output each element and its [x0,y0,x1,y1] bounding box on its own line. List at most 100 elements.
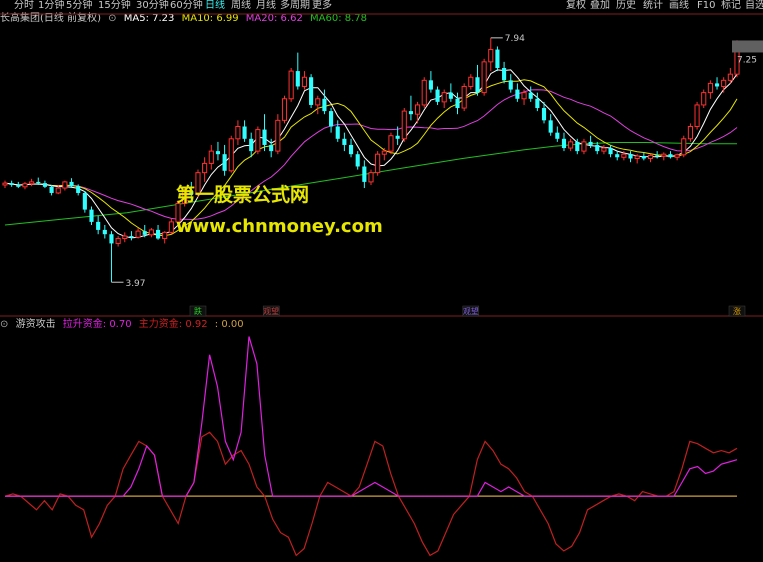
candle-body [601,147,607,152]
candle-body [242,126,247,139]
candle-body [488,49,494,63]
candle-body [515,89,520,99]
candle-body [615,154,620,158]
signal-2: 观望 [463,306,479,316]
ma20-line [4,89,738,221]
candle-body [375,153,381,174]
candle-body [541,108,547,121]
candle-body [335,126,340,139]
candle-body [408,111,413,115]
candle-body [421,79,427,106]
candle-body [502,68,507,81]
candle-body [721,79,727,87]
candle-body [255,129,261,152]
candle-body [455,98,460,109]
candle-body [707,82,713,94]
candle-body [401,110,407,140]
candle-body [588,141,593,145]
candle-body [701,92,707,106]
candle-body [461,85,467,109]
candle-body [621,153,627,158]
candle-body [381,150,387,155]
candle-body [249,138,254,152]
candle-body [96,221,101,230]
candle-body [448,92,453,99]
signal-0: 跌 [194,306,202,316]
candle-body [69,181,74,187]
candle-body [2,182,8,186]
ma10-line [4,79,738,237]
stock-chart[interactable]: 7.94 3.97 7.25 跌 观望 观望 涨 [0,0,763,562]
candle-body [62,181,68,189]
candle-body [262,129,267,145]
candle-body [647,154,654,159]
candle-body [342,138,347,145]
candle-body [528,92,533,99]
candle-body [681,138,687,156]
candle-body [202,162,208,174]
candle-body [362,166,367,182]
candle-body [155,229,161,239]
candle-body [29,181,35,185]
candle-body [102,229,107,235]
candle-body [441,92,447,103]
candle-body [76,186,81,193]
candle-body [301,76,308,87]
candle-body [269,144,274,152]
candle-body [521,92,527,100]
last-price-box [732,40,763,53]
last-price-label: 7.25 [737,55,757,65]
candle-body [475,77,480,93]
candle-body [655,155,660,157]
max-price-label: 7.94 [505,34,525,44]
candle-body [595,144,600,152]
watermark-url: www.chnmoney.com [176,216,383,237]
candle-body [368,172,374,183]
candle-body [668,154,673,158]
candle-body [555,132,560,139]
candle-body [148,229,154,236]
pull-up-capital-line [5,336,738,497]
candle-body [22,183,28,188]
candle-body [495,49,500,69]
candle-body [481,61,487,94]
watermark-title: 第一股票公式网 [176,184,310,206]
candle-body [309,77,314,105]
candle-body [628,154,633,159]
candle-body [581,141,587,152]
candle-body [674,154,680,158]
candle-body [575,141,580,152]
candle-body [168,221,174,233]
candle-body [288,70,294,100]
candle-body [694,104,700,127]
main-capital-line [4,431,738,557]
candle-body [162,231,168,240]
candle-body [55,187,61,194]
candle-body [295,71,300,87]
candle-body [135,230,141,238]
candle-body [508,80,513,90]
candle-body [388,135,394,152]
candle-body [275,119,281,152]
candle-body [281,98,288,121]
candle-body [129,236,134,238]
candle-body [608,148,613,155]
candle-body [42,183,47,187]
candle-body [561,138,567,149]
signal-1: 观望 [263,306,279,316]
candle-body [727,73,733,81]
candle-body [415,104,421,115]
candle-body [355,154,360,167]
candle-body [222,154,227,171]
candle-body [82,192,87,210]
candle-body [435,89,440,102]
candle-body [235,125,241,140]
candle-body [315,98,321,106]
candle-body [329,111,334,127]
candle-body [109,234,114,244]
candle-body [348,144,354,155]
candle-body [16,184,21,187]
candle-body [641,156,646,159]
candle-body [428,80,433,90]
candle-body [142,231,147,235]
